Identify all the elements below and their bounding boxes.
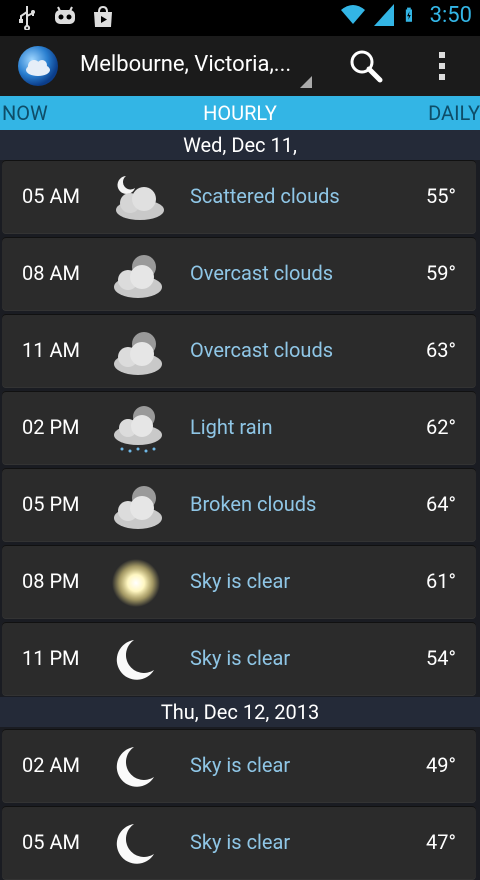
hour-label: 05 AM bbox=[22, 830, 80, 854]
hourly-row[interactable]: 05 AM Scattered clouds 55° bbox=[2, 160, 476, 234]
moon-icon bbox=[116, 747, 154, 787]
overcast-icon bbox=[114, 486, 162, 529]
date-header: Wed, Dec 11, bbox=[0, 130, 480, 160]
action-bar: Melbourne, Victoria,... bbox=[0, 36, 480, 97]
temperature-label: 61° bbox=[426, 569, 456, 593]
clock-time: 3:50 bbox=[429, 2, 472, 28]
date-header: Thu, Dec 12, 2013 bbox=[0, 697, 480, 727]
temperature-label: 55° bbox=[426, 184, 456, 208]
hour-label: 05 PM bbox=[22, 492, 80, 516]
temperature-label: 47° bbox=[426, 830, 456, 854]
signal-icon bbox=[373, 4, 394, 26]
hour-label: 02 AM bbox=[22, 753, 80, 777]
temperature-label: 54° bbox=[426, 646, 456, 670]
play-store-icon bbox=[94, 5, 112, 27]
hourly-row[interactable]: 02 AM Sky is clear 49° bbox=[2, 729, 476, 803]
temperature-label: 59° bbox=[426, 261, 456, 285]
condition-label: Sky is clear bbox=[190, 830, 291, 854]
hourly-row[interactable]: 11 PM Sky is clear 54° bbox=[2, 622, 476, 696]
search-icon[interactable] bbox=[348, 48, 384, 84]
condition-label: Scattered clouds bbox=[190, 184, 340, 208]
hour-label: 08 PM bbox=[22, 569, 80, 593]
overflow-menu-icon[interactable] bbox=[430, 48, 454, 84]
hourly-row[interactable]: 08 AM Overcast clouds 59° bbox=[2, 237, 476, 311]
temperature-label: 63° bbox=[426, 338, 456, 362]
status-bar: 3:50 bbox=[0, 0, 480, 36]
moon-icon bbox=[116, 640, 154, 680]
battery-icon bbox=[405, 7, 412, 22]
condition-label: Light rain bbox=[190, 415, 273, 439]
hour-label: 02 PM bbox=[22, 415, 80, 439]
spinner-triangle-icon bbox=[300, 76, 312, 88]
tab-daily[interactable]: DAILY bbox=[428, 101, 480, 125]
night-cloud-icon bbox=[116, 176, 164, 220]
usb-icon bbox=[19, 6, 35, 30]
hourly-row[interactable]: 05 AM Sky is clear 47° bbox=[2, 806, 476, 880]
condition-label: Broken clouds bbox=[190, 492, 317, 516]
sun-icon bbox=[112, 559, 160, 607]
hourly-row[interactable]: 08 PM Sky is clear 61° bbox=[2, 545, 476, 619]
temperature-label: 49° bbox=[426, 753, 456, 777]
hourly-row[interactable]: 05 PM Broken clouds 64° bbox=[2, 468, 476, 542]
wifi-icon bbox=[340, 5, 365, 24]
tab-strip: HOURLY NOW DAILY bbox=[0, 96, 480, 130]
temperature-label: 62° bbox=[426, 415, 456, 439]
tab-hourly[interactable]: HOURLY bbox=[0, 101, 480, 125]
tab-now[interactable]: NOW bbox=[2, 101, 48, 125]
hour-label: 11 PM bbox=[22, 646, 80, 670]
condition-label: Sky is clear bbox=[190, 569, 291, 593]
temperature-label: 64° bbox=[426, 492, 456, 516]
hourly-row[interactable]: 11 AM Overcast clouds 63° bbox=[2, 314, 476, 388]
android-debug-icon bbox=[55, 6, 75, 24]
app-globe-icon[interactable] bbox=[16, 44, 60, 88]
moon-icon bbox=[116, 824, 154, 864]
condition-label: Sky is clear bbox=[190, 753, 291, 777]
overcast-icon bbox=[114, 255, 162, 298]
hour-label: 05 AM bbox=[22, 184, 80, 208]
condition-label: Overcast clouds bbox=[190, 261, 334, 285]
condition-label: Sky is clear bbox=[190, 646, 291, 670]
hourly-row[interactable]: 02 PM Light rain 62° bbox=[2, 391, 476, 465]
overcast-icon bbox=[114, 332, 162, 375]
hour-label: 11 AM bbox=[22, 338, 80, 362]
location-spinner[interactable]: Melbourne, Victoria,... bbox=[80, 52, 291, 77]
condition-label: Overcast clouds bbox=[190, 338, 334, 362]
hour-label: 08 AM bbox=[22, 261, 80, 285]
rain-icon bbox=[114, 406, 162, 453]
